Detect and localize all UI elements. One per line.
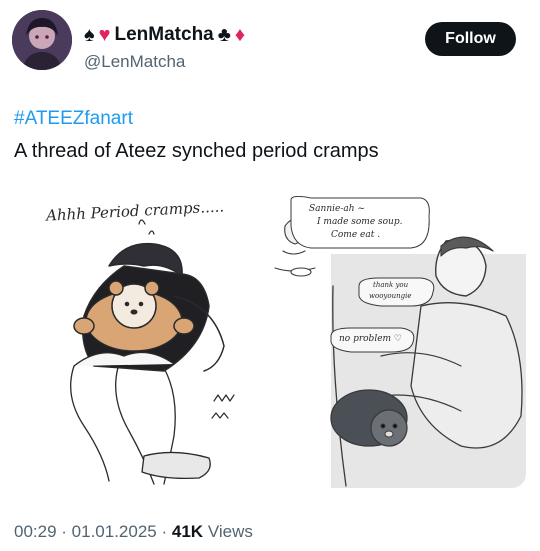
tweet-media[interactable]: Ahhh Period cramps..... Sannie-ah ~ I ma… — [14, 196, 526, 488]
fanart-drawing-left — [70, 219, 235, 485]
bubble-1-line-2: I made some soup. — [317, 217, 403, 227]
tweet-header: ♠ ♥ LenMatcha ♣ ♦ @LenMatcha Follow — [12, 10, 528, 72]
avatar-image — [12, 10, 72, 70]
heart-icon: ♥ — [98, 24, 111, 46]
bubble-3: no problem ♡ — [339, 334, 402, 344]
follow-button[interactable]: Follow — [425, 22, 516, 56]
tweet-date[interactable]: 01.01.2025 — [72, 522, 157, 541]
display-name-row[interactable]: ♠ ♥ LenMatcha ♣ ♦ — [84, 24, 245, 46]
tweet-meta: 00:29 · 01.01.2025 · 41K Views — [14, 522, 253, 542]
bubble-1-line-1: Sannie-ah ~ — [309, 204, 365, 214]
display-name[interactable]: LenMatcha — [115, 24, 214, 46]
views-count: 41K — [171, 522, 204, 541]
bubble-2-line-2: wooyoungie — [369, 292, 412, 300]
views-label: Views — [207, 522, 253, 541]
bubble-2-line-1: thank you — [373, 281, 409, 289]
meta-separator: · — [61, 522, 72, 541]
media-image-right[interactable]: Sannie-ah ~ I made some soup. Come eat .… — [271, 196, 526, 488]
user-handle[interactable]: @LenMatcha — [84, 52, 185, 72]
avatar[interactable] — [12, 10, 72, 70]
media-image-left[interactable]: Ahhh Period cramps..... — [14, 196, 269, 488]
meta-separator: · — [161, 522, 172, 541]
hashtag-link[interactable]: #ATEEZfanart — [14, 108, 133, 130]
tweet-text: A thread of Ateez synched period cramps — [14, 140, 379, 162]
tweet-time[interactable]: 00:29 — [14, 522, 57, 541]
bubble-1-line-3: Come eat . — [331, 230, 381, 240]
spade-icon: ♠ — [84, 24, 95, 46]
club-icon: ♣ — [217, 24, 231, 46]
diamond-icon: ♦ — [234, 24, 246, 46]
